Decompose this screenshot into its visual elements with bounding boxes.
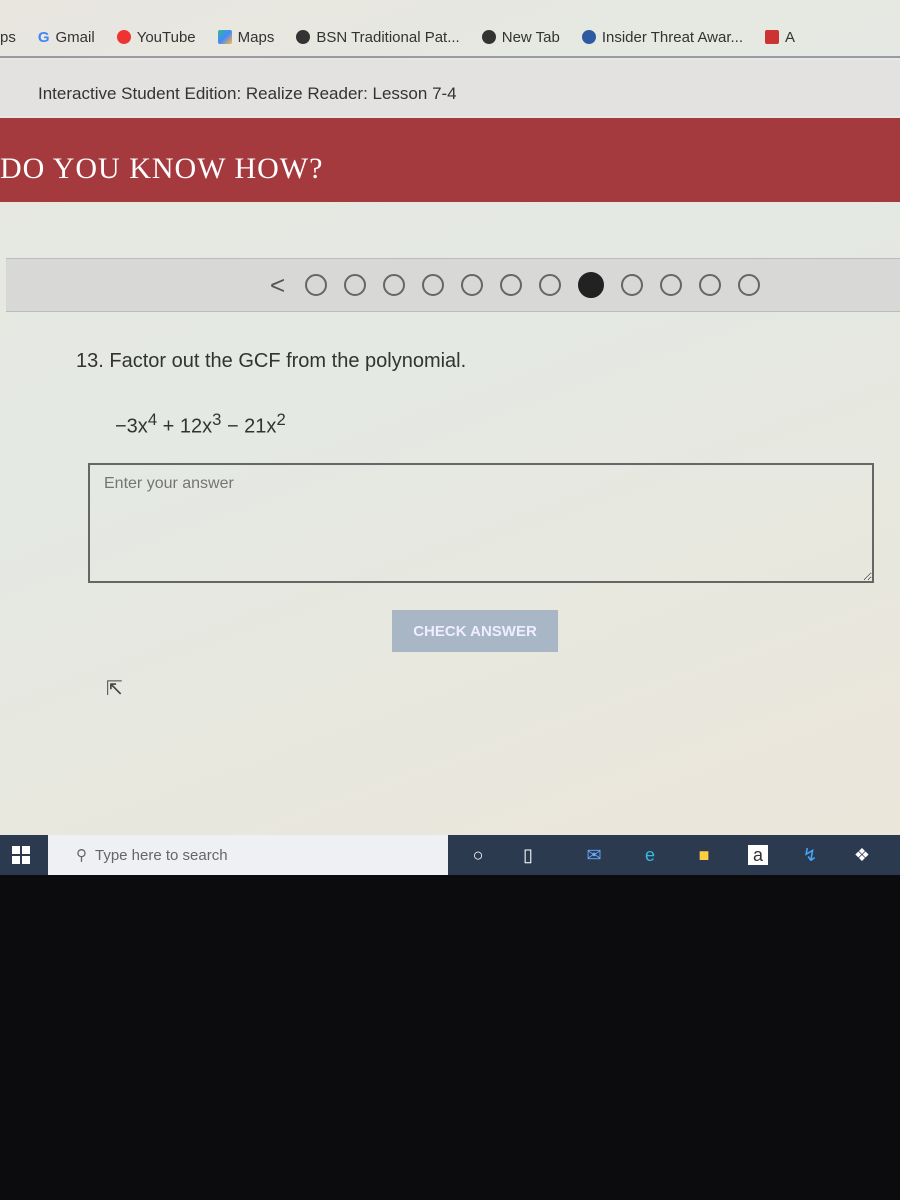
chevron-left-icon[interactable]: < <box>270 270 285 301</box>
page-dot-1[interactable] <box>305 274 328 296</box>
page-dot-8[interactable] <box>578 272 605 298</box>
reader-title-bar: Interactive Student Edition: Realize Rea… <box>0 60 900 116</box>
app-icon[interactable]: a <box>748 845 768 865</box>
c-icon <box>765 30 780 44</box>
page-dot-3[interactable] <box>383 274 406 296</box>
page-dot-5[interactable] <box>461 274 484 296</box>
page-dot-6[interactable] <box>500 274 523 296</box>
search-placeholder: Type here to search <box>95 846 228 864</box>
term: −3x <box>115 415 148 438</box>
app-icon[interactable]: ↯ <box>800 845 820 865</box>
question-pagination: < <box>6 258 900 312</box>
page-dot-9[interactable] <box>621 274 644 296</box>
bookmark-label: New Tab <box>501 28 560 46</box>
bookmark-bsn[interactable]: BSN Traditional Pat... <box>296 28 460 46</box>
maps-icon <box>217 30 232 44</box>
bookmark-label: Maps <box>237 28 275 46</box>
bookmark-label: Insider Threat Awar... <box>601 28 744 46</box>
bookmark-label: ps <box>0 28 16 46</box>
bookmark-apps[interactable]: ps <box>0 29 16 46</box>
bookmarks-bar: ps G Gmail YouTube Maps BSN Traditional P… <box>0 18 900 58</box>
bookmark-label: BSN Traditional Pat... <box>316 28 460 46</box>
page-dot-2[interactable] <box>344 274 367 296</box>
banner-title: DO YOU KNOW HOW? <box>0 152 324 185</box>
exponent: 4 <box>147 410 158 429</box>
page-dot-7[interactable] <box>539 274 562 296</box>
bookmark-insider-threat[interactable]: Insider Threat Awar... <box>581 28 744 46</box>
section-banner: DO YOU KNOW HOW? <box>0 118 900 202</box>
page-dot-12[interactable] <box>738 274 761 296</box>
term: + 12x <box>157 415 213 438</box>
bookmark-a[interactable]: A <box>765 29 795 46</box>
dropbox-icon[interactable]: ❖ <box>852 845 872 865</box>
taskbar: ⚲ Type here to search ○ ▯ ✉ e ■ a ↯ ❖ <box>0 835 900 875</box>
taskbar-search[interactable]: ⚲ Type here to search <box>48 835 448 875</box>
globe-icon <box>296 30 311 44</box>
windows-start-icon[interactable] <box>12 846 30 864</box>
globe-icon <box>481 30 496 44</box>
bookmark-maps[interactable]: Maps <box>217 28 275 46</box>
file-explorer-icon[interactable]: ■ <box>694 845 714 865</box>
search-icon: ⚲ <box>76 847 87 864</box>
mouse-cursor-icon: ⇱ <box>106 678 123 700</box>
youtube-icon <box>116 30 131 44</box>
browser-screen: ps G Gmail YouTube Maps BSN Traditional P… <box>0 0 900 835</box>
edge-icon[interactable]: e <box>640 845 660 865</box>
question-text: 13. Factor out the GCF from the polynomi… <box>76 350 467 372</box>
site-icon <box>581 30 596 44</box>
bookmark-new-tab[interactable]: New Tab <box>481 28 560 46</box>
bookmark-label: Gmail <box>55 28 95 46</box>
bookmark-label: YouTube <box>136 28 196 46</box>
page-title: Interactive Student Edition: Realize Rea… <box>38 84 457 103</box>
task-view-icon[interactable]: ▯ <box>518 845 538 865</box>
cortana-icon[interactable]: ○ <box>468 845 488 865</box>
google-icon: G <box>37 28 50 46</box>
page-dot-4[interactable] <box>422 274 445 296</box>
bookmark-label: A <box>785 28 796 46</box>
exponent: 2 <box>276 410 286 429</box>
page-dot-11[interactable] <box>699 274 722 296</box>
exponent: 3 <box>212 410 222 429</box>
page-dot-10[interactable] <box>660 274 683 296</box>
answer-input[interactable] <box>88 463 874 583</box>
mail-icon[interactable]: ✉ <box>584 845 604 865</box>
polynomial-expression: −3x4 + 12x3 − 21x2 <box>115 410 286 439</box>
term: − 21x <box>221 415 277 438</box>
bookmark-youtube[interactable]: YouTube <box>116 28 196 46</box>
check-answer-button[interactable]: CHECK ANSWER <box>392 610 558 652</box>
bookmark-gmail[interactable]: G Gmail <box>38 29 95 46</box>
